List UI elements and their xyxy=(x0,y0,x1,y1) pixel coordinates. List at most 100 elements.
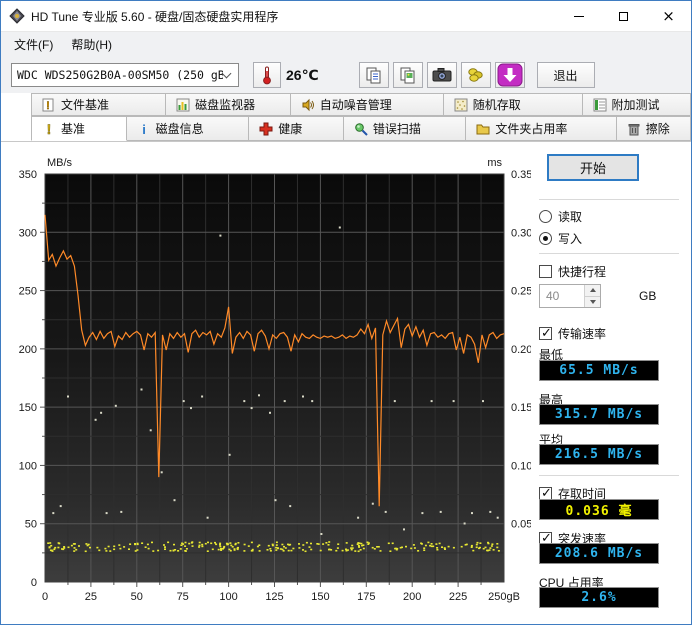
tab-strip: ! 文件基准 磁盘监视器 自动噪音管理 随机存取 附加测试 ! 基准 i 磁盘信… xyxy=(1,93,691,141)
access-time-dot xyxy=(376,546,379,548)
exit-button[interactable]: 退出 xyxy=(536,62,595,88)
access-time-dot xyxy=(427,541,430,544)
left-axis-tick-label: 300 xyxy=(19,227,37,239)
title-bar: HD Tune 专业版 5.60 - 硬盘/固态硬盘实用程序 × xyxy=(1,1,691,31)
screenshot-button[interactable] xyxy=(426,62,457,88)
access-time-dot xyxy=(250,541,253,544)
access-time-dot xyxy=(136,549,139,551)
access-time-dot xyxy=(489,547,492,549)
access-time-dot xyxy=(231,546,234,548)
access-time-dot xyxy=(358,542,361,545)
access-time-dot xyxy=(387,542,390,545)
tab-error-scan[interactable]: 错误扫描 xyxy=(343,116,467,141)
tab-disk-monitor[interactable]: 磁盘监视器 xyxy=(166,93,291,116)
access-time-dot xyxy=(134,543,137,546)
tab-extra-tests[interactable]: 附加测试 xyxy=(582,93,691,116)
minimize-button[interactable] xyxy=(556,1,601,31)
cpu-usage-value: 2.6% xyxy=(581,590,617,605)
shortstroke-checkbox[interactable]: 快捷行程 xyxy=(539,263,606,280)
arrow-down-icon xyxy=(589,299,596,304)
copy-image-button[interactable] xyxy=(392,62,423,88)
menu-help[interactable]: 帮助(H) xyxy=(62,32,121,57)
trash-icon xyxy=(628,123,640,135)
write-radio-label: 写入 xyxy=(558,232,583,246)
access-time-dot xyxy=(360,542,363,545)
shortstroke-size-input[interactable]: 40 xyxy=(539,284,601,308)
access-time-dot xyxy=(470,546,473,548)
access-time-dot xyxy=(247,545,250,547)
start-button[interactable]: 开始 xyxy=(547,154,639,181)
access-time-dot xyxy=(298,543,300,545)
access-time-dot xyxy=(210,542,213,545)
tab-file-benchmark[interactable]: ! 文件基准 xyxy=(31,93,167,116)
svg-text:!: ! xyxy=(47,122,52,136)
donate-button[interactable] xyxy=(460,62,491,88)
arrow-up-icon xyxy=(589,288,596,293)
access-time-dot xyxy=(447,545,450,548)
right-axis-tick-label: 0.15 xyxy=(511,402,531,414)
access-time-dot xyxy=(223,545,226,548)
access-time-dot xyxy=(211,548,214,551)
drive-select[interactable]: WDC WDS250G2B0A-00SM50 (250 gB) xyxy=(11,63,239,87)
access-time-dot xyxy=(105,550,108,552)
access-time-dot xyxy=(201,543,204,546)
access-time-dot xyxy=(496,546,499,549)
close-icon: × xyxy=(662,6,675,25)
access-time-dot xyxy=(350,548,353,551)
max-value: 315.7 MB/s xyxy=(554,407,644,422)
access-time-dot xyxy=(198,544,201,547)
access-time-dot xyxy=(152,550,155,552)
right-axis-tick-label: 0.25 xyxy=(511,286,531,298)
access-time-dot xyxy=(128,548,130,550)
access-time-outlier-dot xyxy=(283,400,286,403)
access-time-dot xyxy=(436,547,439,549)
access-time-dot xyxy=(492,549,495,551)
tab-folder-usage[interactable]: 文件夹占用率 xyxy=(466,116,617,141)
access-time-dot xyxy=(78,545,80,547)
access-time-dot xyxy=(201,545,204,548)
access-time-dot xyxy=(337,543,340,545)
access-time-dot xyxy=(292,547,295,550)
tab-health[interactable]: 健康 xyxy=(249,116,344,141)
tab-random-access[interactable]: 随机存取 xyxy=(443,93,583,116)
tab-disk-info[interactable]: i 磁盘信息 xyxy=(126,116,250,141)
access-time-dot xyxy=(177,550,180,552)
access-time-dot xyxy=(67,546,70,549)
separator xyxy=(539,475,679,476)
access-time-dot xyxy=(63,546,66,548)
update-button[interactable] xyxy=(494,62,525,88)
tab-aam[interactable]: 自动噪音管理 xyxy=(290,93,444,116)
access-time-outlier-dot xyxy=(100,411,103,414)
access-time-dot xyxy=(413,547,416,549)
right-axis-tick-label: 0.30 xyxy=(511,227,531,239)
burst-rate-value: 208.6 MB/s xyxy=(554,546,644,561)
close-button[interactable]: × xyxy=(646,1,691,31)
tab-label: 健康 xyxy=(278,122,303,136)
access-time-dot xyxy=(184,541,187,544)
tab-erase[interactable]: 擦除 xyxy=(616,116,691,141)
access-time-dot xyxy=(373,548,376,550)
transfer-rate-checkbox[interactable]: 传输速率 xyxy=(539,325,606,342)
access-time-outlier-dot xyxy=(94,418,97,421)
access-time-dot xyxy=(163,544,165,546)
maximize-button[interactable] xyxy=(601,1,646,31)
access-time-dot xyxy=(144,546,147,548)
stepper-down-button[interactable] xyxy=(585,296,600,307)
access-time-dot xyxy=(164,546,166,548)
access-time-outlier-dot xyxy=(59,505,62,508)
menu-bar: 文件(F) 帮助(H) xyxy=(1,31,691,57)
access-time-dot xyxy=(379,550,382,552)
temperature-button[interactable] xyxy=(253,62,281,88)
access-time-dot xyxy=(123,546,126,548)
read-radio[interactable]: 读取 xyxy=(539,208,582,225)
menu-file[interactable]: 文件(F) xyxy=(5,32,62,57)
left-axis-tick-label: 0 xyxy=(31,577,37,589)
stepper-up-button[interactable] xyxy=(585,285,600,297)
access-time-dot xyxy=(443,547,446,549)
window-title: HD Tune 专业版 5.60 - 硬盘/固态硬盘实用程序 xyxy=(31,9,279,24)
copy-text-button[interactable] xyxy=(358,62,389,88)
access-time-dot xyxy=(215,543,218,546)
tab-benchmark[interactable]: ! 基准 xyxy=(31,116,127,141)
write-radio[interactable]: 写入 xyxy=(539,230,582,247)
avg-value-display: 216.5 MB/s xyxy=(539,444,659,465)
